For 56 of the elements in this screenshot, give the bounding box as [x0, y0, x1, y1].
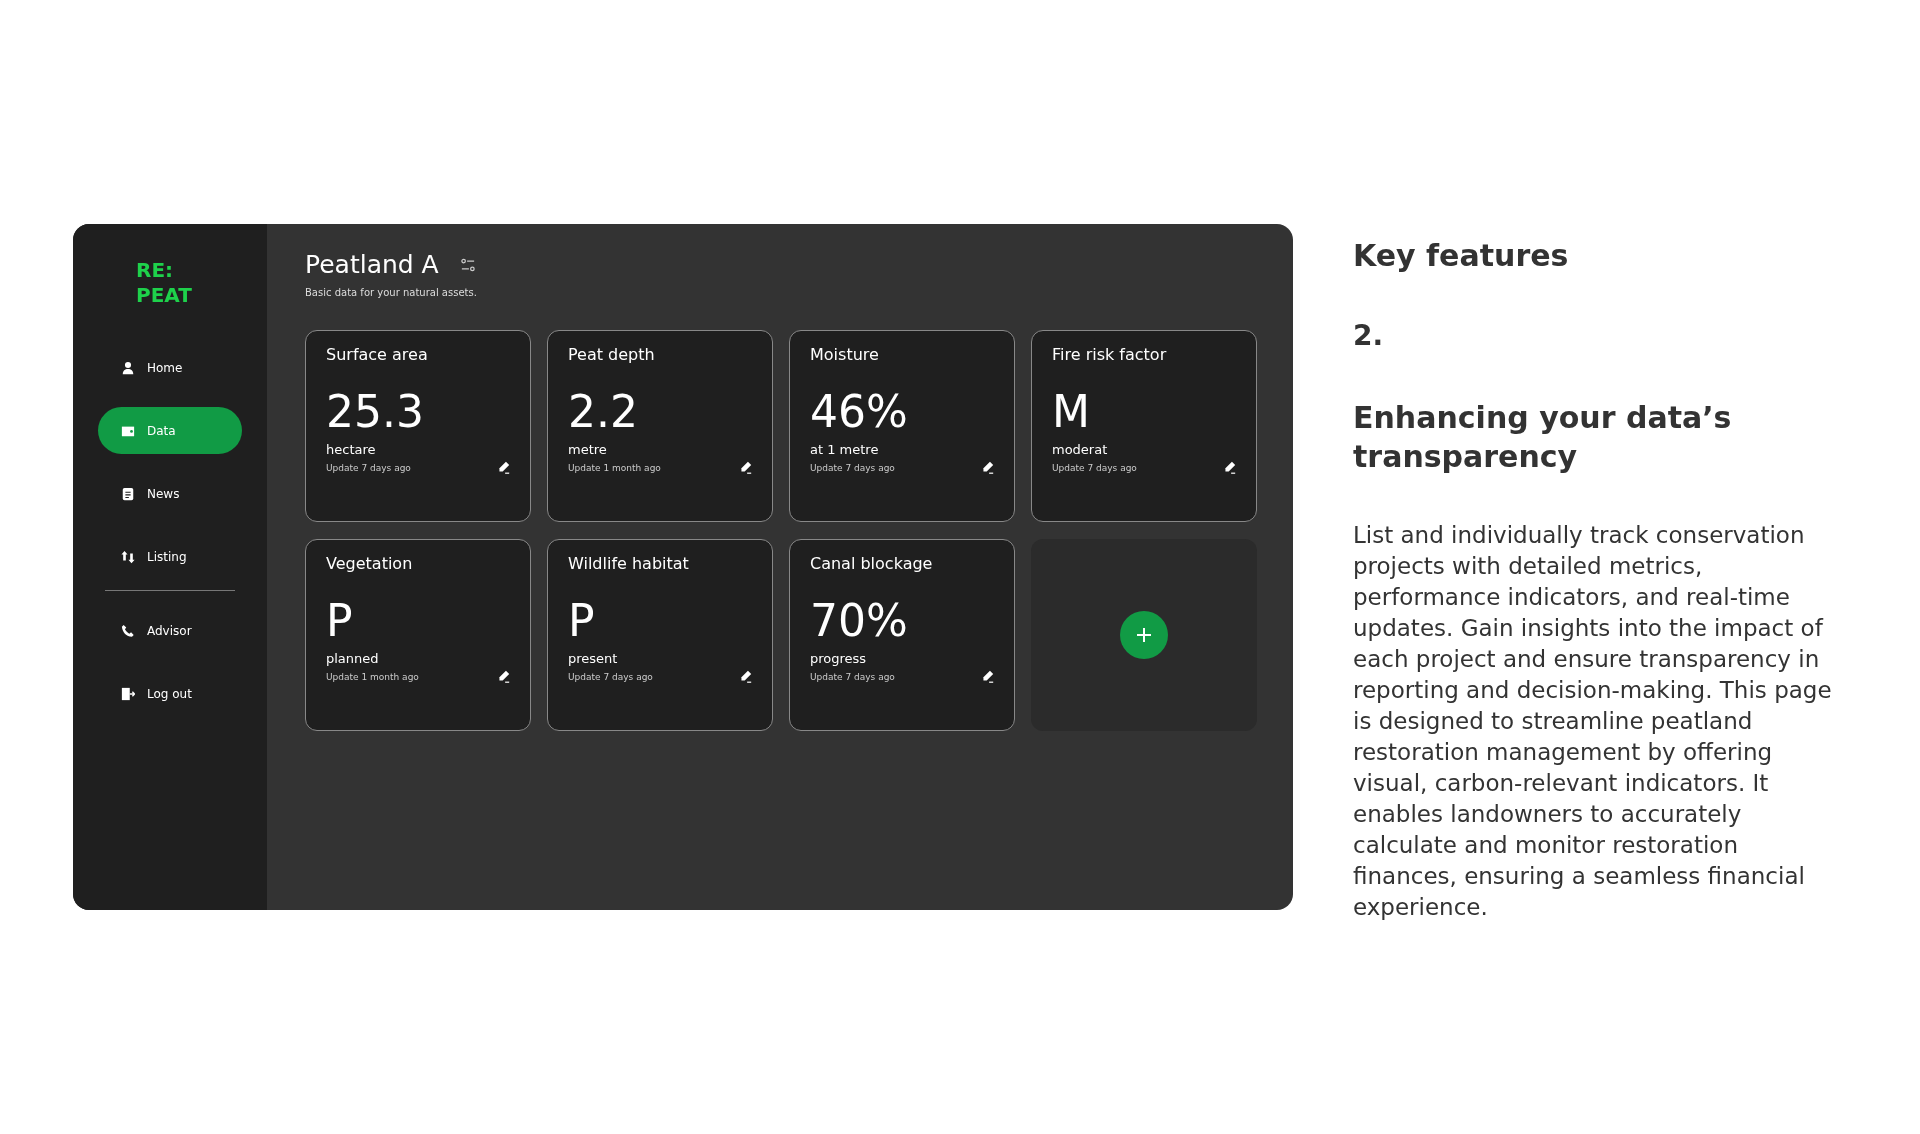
update-time: Update 1 month ago [326, 671, 419, 682]
metric-value: 25.3 [326, 390, 425, 434]
pencil-icon[interactable] [1223, 461, 1236, 474]
metric-unit: moderat [1052, 442, 1109, 457]
user-icon [121, 360, 135, 375]
logout-icon [121, 686, 135, 701]
metric-value: 46% [810, 390, 909, 434]
pencil-icon[interactable] [497, 461, 510, 474]
update-time: Update 1 month ago [568, 462, 661, 473]
phone-icon [121, 623, 135, 638]
pencil-icon[interactable] [497, 670, 510, 683]
feature-description: List and individually track conservation projects with detailed metrics, performance indicators, and real-time updates. Gain insights into the impact of each project and ensure transparency in reporting and decision-making. This page is designed to streamline peatland restoration management by offering visual, carbon-relevant indicators. It enables landowners to accurately calculate and monitor restoration finances, ensuring a seamless financial experience. [1353, 521, 1833, 922]
card-title: Canal blockage [810, 554, 934, 573]
feature-number: 2. [1353, 319, 1385, 352]
metric-unit: present [568, 651, 619, 666]
metric-value: M [1052, 390, 1091, 434]
sidebar-item[interactable]: Data [98, 407, 242, 454]
logo: RE: PEAT [135, 258, 193, 308]
metric-unit: progress [810, 651, 868, 666]
pencil-icon[interactable] [981, 670, 994, 683]
pencil-icon[interactable] [739, 461, 752, 474]
page-title: Peatland A [305, 250, 439, 279]
sidebar-item[interactable]: Home [98, 344, 242, 391]
metric-unit: hectare [326, 442, 377, 457]
metric-value: P [326, 599, 354, 643]
update-time: Update 7 days ago [326, 462, 411, 473]
card-title: Wildlife habitat [568, 554, 690, 573]
section-label: Key features [1353, 238, 1570, 273]
sidebar-item[interactable]: News [98, 470, 242, 517]
sidebar-item[interactable]: Log out [98, 670, 242, 717]
document-icon [121, 486, 135, 501]
metric-value: 2.2 [568, 390, 639, 434]
card-title: Surface area [326, 345, 429, 364]
metric-unit: at 1 metre [810, 442, 880, 457]
page-subtitle: Basic data for your natural assets. [305, 287, 478, 298]
metric-unit: planned [326, 651, 380, 666]
metric-value: 70% [810, 599, 909, 643]
pencil-icon[interactable] [739, 670, 752, 683]
card-title: Fire risk factor [1052, 345, 1168, 364]
update-time: Update 7 days ago [1052, 462, 1137, 473]
sidebar-item[interactable]: Listing [98, 533, 242, 580]
metric-unit: metre [568, 442, 608, 457]
card-title: Vegetation [326, 554, 414, 573]
update-time: Update 7 days ago [810, 671, 895, 682]
filter-icon[interactable] [460, 257, 475, 272]
update-time: Update 7 days ago [810, 462, 895, 473]
sort-arrows-icon [121, 549, 135, 564]
sidebar-item[interactable]: Advisor [98, 607, 242, 654]
card-title: Moisture [810, 345, 880, 364]
plus-icon [1135, 626, 1153, 644]
metric-value: P [568, 599, 596, 643]
update-time: Update 7 days ago [568, 671, 653, 682]
card-title: Peat depth [568, 345, 656, 364]
add-button[interactable] [1120, 611, 1168, 659]
feature-heading: Enhancing your data’s transparency [1353, 399, 1733, 476]
pencil-icon[interactable] [981, 461, 994, 474]
